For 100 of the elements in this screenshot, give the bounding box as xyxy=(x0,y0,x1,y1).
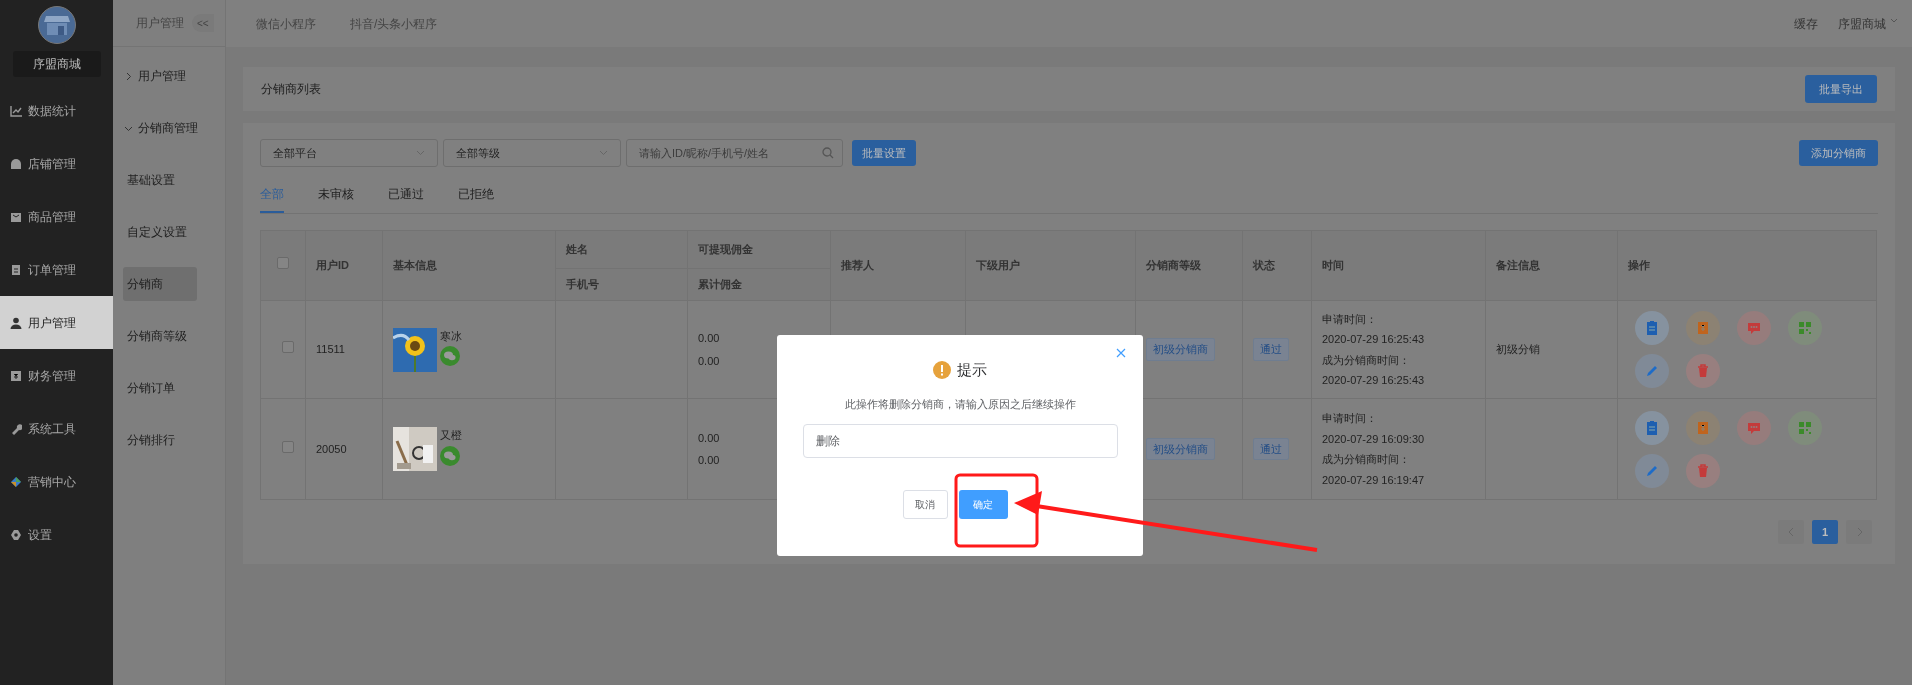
envelope-icon xyxy=(10,210,22,223)
menu-group[interactable]: 分销商管理 xyxy=(113,102,225,154)
submenu-item[interactable]: 分销订单 xyxy=(123,371,197,405)
column-header: 时间 xyxy=(1311,230,1486,301)
close-icon[interactable] xyxy=(1116,348,1126,358)
export-button[interactable]: 批量导出 xyxy=(1805,75,1877,103)
column-header: 下级用户 xyxy=(965,230,1136,301)
dialog-title: 提示 xyxy=(957,360,987,380)
pencil-action[interactable] xyxy=(1635,354,1669,388)
user-menu[interactable]: 序盟商城 xyxy=(1838,14,1886,33)
cashbox-icon xyxy=(10,369,22,382)
total-commission-value: 0.00 xyxy=(698,453,720,468)
store-icon xyxy=(10,157,22,170)
sidebar-item[interactable]: 财务管理 xyxy=(0,349,113,402)
clipboard-action[interactable] xyxy=(1635,311,1669,345)
qr-code-action[interactable] xyxy=(1788,410,1822,445)
time-label: 成为分销商时间： xyxy=(1322,452,1410,467)
store-logo-icon xyxy=(37,6,76,44)
checkbox[interactable] xyxy=(282,440,294,453)
next-page-button[interactable] xyxy=(1846,520,1872,544)
sidebar-item[interactable]: 系统工具 xyxy=(0,402,113,455)
submenu-item[interactable]: 分销商 xyxy=(123,267,197,301)
user-id: 11511 xyxy=(316,343,345,356)
qr-code-action[interactable] xyxy=(1788,311,1822,345)
pencil-action[interactable] xyxy=(1635,453,1669,488)
shop-name: 序盟商城 xyxy=(12,51,101,77)
time-label: 申请时间： xyxy=(1322,311,1377,327)
chat-bubbles-icon xyxy=(440,346,460,366)
column-header: 用户ID xyxy=(305,230,383,301)
submenu-item[interactable]: 基础设置 xyxy=(123,163,197,197)
add-distributor-button[interactable]: 添加分销商 xyxy=(1799,140,1878,166)
cache-link[interactable]: 缓存 xyxy=(1794,14,1818,33)
user-id: 20050 xyxy=(316,442,347,455)
chart-icon xyxy=(10,104,22,117)
status-tag: 通过 xyxy=(1253,437,1289,461)
search-icon xyxy=(822,147,834,159)
chevron-down-icon xyxy=(599,150,608,156)
level-select[interactable]: 全部等级 xyxy=(443,139,621,167)
sidebar-item[interactable]: 店铺管理 xyxy=(0,137,113,190)
chevron-down-icon xyxy=(416,150,425,156)
column-header: 手机号 xyxy=(555,268,688,301)
receipt-action[interactable] xyxy=(1686,410,1720,445)
submenu-item[interactable]: 自定义设置 xyxy=(123,215,197,249)
chevron-right-icon xyxy=(124,71,133,81)
confirm-button[interactable]: 确定 xyxy=(958,490,1008,519)
status-tag: 通过 xyxy=(1253,338,1289,361)
cancel-button[interactable]: 取消 xyxy=(902,490,948,519)
batch-settings-button[interactable]: 批量设置 xyxy=(852,140,916,166)
column-header: 姓名 xyxy=(555,230,688,269)
user-icon xyxy=(10,316,22,329)
commission-value: 0.00 xyxy=(698,430,720,446)
previous-page-button[interactable] xyxy=(1778,520,1804,544)
column-header: 状态 xyxy=(1242,230,1312,301)
column-header: 推荐人 xyxy=(830,230,966,301)
platform-select[interactable]: 全部平台 xyxy=(260,139,438,167)
diamond-icon xyxy=(10,475,22,488)
submenu-item[interactable]: 分销商等级 xyxy=(123,319,197,353)
time-value: 2020-07-29 16:09:30 xyxy=(1322,431,1425,447)
collapse-button[interactable]: << xyxy=(192,14,214,32)
commission-value: 0.00 xyxy=(698,331,720,346)
time-label: 成为分销商时间： xyxy=(1322,352,1410,368)
qr-code-icon xyxy=(1796,319,1814,337)
column-header: 可提现佣金 xyxy=(687,230,831,269)
column-header: 基本信息 xyxy=(382,230,556,301)
page-title: 分销商列表 xyxy=(261,81,321,98)
chat-action[interactable] xyxy=(1737,311,1771,345)
total-commission-value: 0.00 xyxy=(698,353,720,369)
delete-action[interactable] xyxy=(1686,453,1720,488)
time-value: 2020-07-29 16:19:47 xyxy=(1322,472,1425,488)
sidebar-item[interactable]: 设置 xyxy=(0,508,113,561)
chevron-down-icon xyxy=(1890,17,1898,24)
column-header: 操作 xyxy=(1617,230,1877,301)
nickname: 寒冰 xyxy=(440,328,462,344)
warning-icon xyxy=(933,361,951,380)
chat-action[interactable] xyxy=(1737,410,1771,445)
search-field[interactable]: 请输入ID/昵称/手机号/姓名 xyxy=(626,139,843,167)
sidebar-item[interactable]: 订单管理 xyxy=(0,243,113,296)
level-tag: 初级分销商 xyxy=(1146,437,1215,461)
sidebar-item[interactable]: 用户管理 xyxy=(0,296,113,349)
hexagon-icon xyxy=(10,528,22,541)
receipt-action[interactable] xyxy=(1686,311,1720,345)
column-header: 分销商等级 xyxy=(1135,230,1243,301)
menu-group[interactable]: 用户管理 xyxy=(113,50,225,102)
column-header: 备注信息 xyxy=(1485,230,1618,301)
sidebar-item[interactable]: 营销中心 xyxy=(0,455,113,508)
dialog-message: 此操作将删除分销商，请输入原因之后继续操作 xyxy=(844,396,1076,412)
wrench-icon xyxy=(10,422,22,435)
submenu-item[interactable]: 分销排行 xyxy=(123,423,197,457)
page-button[interactable]: 1 xyxy=(1812,520,1838,544)
sidebar-item[interactable]: 商品管理 xyxy=(0,190,113,243)
delete-action[interactable] xyxy=(1686,354,1720,388)
checkbox[interactable] xyxy=(277,257,289,270)
sidebar-item[interactable]: 数据统计 xyxy=(0,84,113,137)
filter-tab[interactable]: 已通过 xyxy=(388,185,424,213)
checkbox[interactable] xyxy=(282,341,294,354)
clipboard-action[interactable] xyxy=(1635,410,1669,445)
time-value: 2020-07-29 16:25:43 xyxy=(1322,373,1425,388)
reason-input[interactable]: 删除 xyxy=(802,424,1118,458)
filter-tab[interactable]: 已拒绝 xyxy=(458,185,494,213)
filter-tab[interactable]: 未审核 xyxy=(318,185,354,213)
